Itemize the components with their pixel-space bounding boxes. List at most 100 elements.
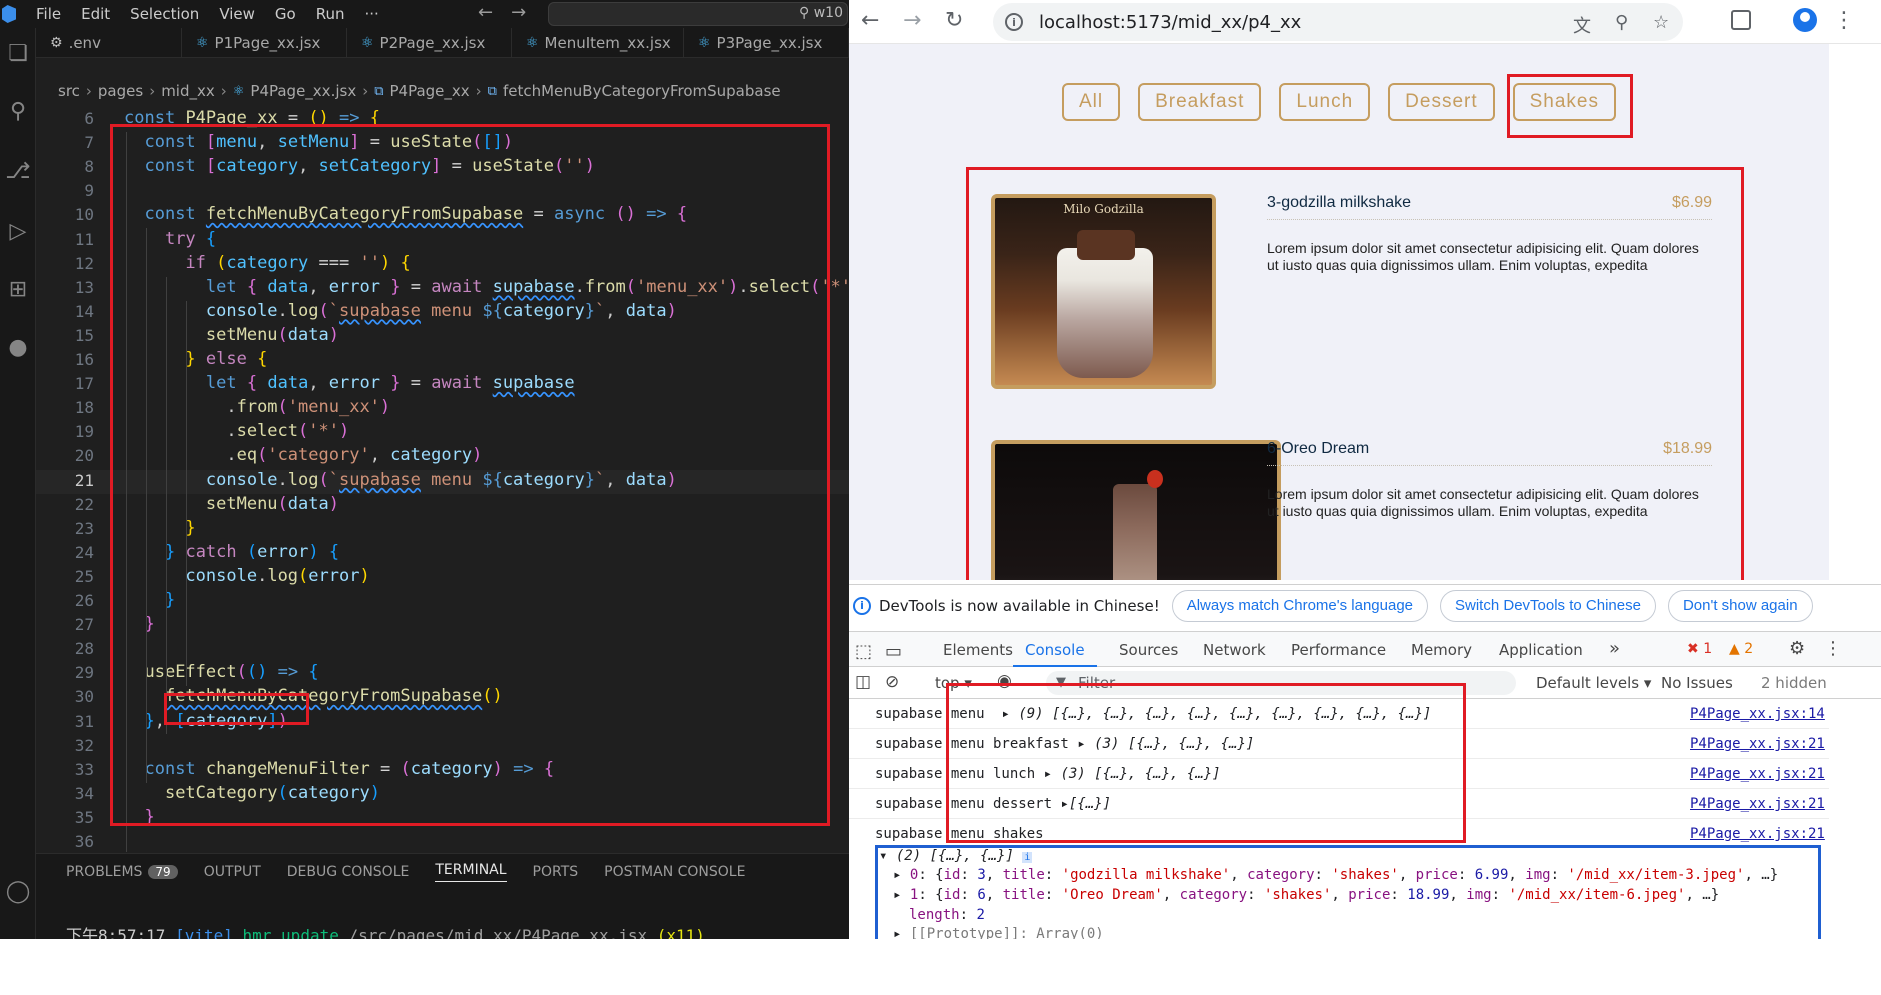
tab-env[interactable]: ⚙ .env — [36, 28, 182, 58]
explorer-icon[interactable]: ❏ — [3, 38, 33, 68]
menu-edit[interactable]: Edit — [81, 5, 110, 23]
code-line[interactable]: 11 try { — [36, 229, 849, 253]
chrome-menu-icon[interactable]: ⋮ — [1833, 8, 1855, 33]
code-line[interactable]: 16 } else { — [36, 349, 849, 373]
log-source-link[interactable]: P4Page_xx.jsx:21 — [1690, 796, 1825, 812]
settings-gear-icon[interactable]: ⚙ — [1789, 638, 1805, 659]
log-source-link[interactable]: P4Page_xx.jsx:21 — [1690, 736, 1825, 752]
filter-dessert-button[interactable]: Dessert — [1388, 83, 1495, 121]
code-line[interactable]: 34 setCategory(category) — [36, 783, 849, 807]
profile-avatar-icon[interactable] — [1793, 8, 1817, 32]
filter-breakfast-button[interactable]: Breakfast — [1138, 83, 1262, 121]
tab-ports[interactable]: PORTS — [533, 864, 579, 880]
code-line[interactable]: 25 console.log(error) — [36, 566, 849, 590]
issues-button[interactable]: No Issues — [1661, 674, 1733, 692]
code-line[interactable]: 32 — [36, 735, 849, 759]
code-line[interactable]: 23 } — [36, 518, 849, 542]
switch-chinese-button[interactable]: Switch DevTools to Chinese — [1440, 589, 1656, 622]
error-count[interactable]: ✖ 1 — [1687, 641, 1712, 657]
expanded-array-header[interactable]: ▾ (2) [{…}, {…}] i — [879, 848, 1033, 864]
code-editor[interactable]: 6 const P4Page_xx = () => {7 const [menu,… — [36, 108, 849, 852]
collapse-triangle-icon[interactable]: ▾ — [879, 848, 887, 864]
code-line[interactable]: 21 console.log(`supabase menu ${category… — [36, 469, 849, 494]
info-badge-icon[interactable]: i — [1022, 852, 1033, 863]
context-select[interactable]: top ▾ — [935, 674, 972, 692]
tab-performance[interactable]: Performance — [1291, 641, 1386, 659]
code-line[interactable]: 6 const P4Page_xx = () => { — [36, 108, 849, 132]
devtools-menu-icon[interactable]: ⋮ — [1824, 638, 1842, 659]
code-line[interactable]: 8 const [category, setCategory] = useSta… — [36, 156, 849, 180]
menu-view[interactable]: View — [219, 5, 255, 23]
tab-p1page[interactable]: ⚛ P1Page_xx.jsx — [182, 28, 347, 58]
tab-output[interactable]: OUTPUT — [204, 864, 261, 880]
code-line[interactable]: 20 .eq('category', category) — [36, 445, 849, 469]
extensions-icon[interactable]: ⊞ — [3, 274, 33, 304]
code-line[interactable]: 27 } — [36, 614, 849, 638]
back-arrow-icon[interactable]: ← — [861, 8, 879, 33]
translate-icon[interactable]: 文 — [1573, 12, 1591, 38]
breadcrumb-component[interactable]: P4Page_xx — [390, 82, 470, 100]
code-line[interactable]: 19 .select('*') — [36, 421, 849, 445]
code-line[interactable]: 30 fetchMenuByCategoryFromSupabase() — [36, 686, 849, 710]
more-tabs-icon[interactable]: » — [1609, 638, 1620, 659]
filter-lunch-button[interactable]: Lunch — [1279, 83, 1371, 121]
device-toolbar-icon[interactable]: ▭ — [885, 641, 902, 662]
code-line[interactable]: 22 setMenu(data) — [36, 494, 849, 518]
expand-triangle-icon[interactable]: ▸ — [1077, 736, 1085, 752]
menu-run[interactable]: Run — [316, 5, 345, 23]
code-line[interactable]: 7 const [menu, setMenu] = useState([]) — [36, 132, 849, 156]
back-arrow-icon[interactable]: ← — [478, 2, 493, 23]
log-source-link[interactable]: P4Page_xx.jsx:14 — [1690, 706, 1825, 722]
postman-icon[interactable]: ● — [3, 332, 33, 362]
tab-memory[interactable]: Memory — [1411, 641, 1472, 659]
code-line[interactable]: 35 } — [36, 807, 849, 831]
code-line[interactable]: 33 const changeMenuFilter = (category) =… — [36, 759, 849, 783]
tab-elements[interactable]: Elements — [943, 641, 1013, 659]
code-line[interactable]: 36 — [36, 831, 849, 852]
code-line[interactable]: 31 }, [category]) — [36, 711, 849, 735]
console-log-row[interactable]: supabase menu lunch ▸ (3) [{…}, {…}, {…}… — [849, 759, 1829, 789]
tab-terminal[interactable]: TERMINAL — [435, 862, 507, 882]
expand-triangle-icon[interactable]: ▸ — [893, 887, 901, 903]
code-line[interactable]: 29 useEffect(() => { — [36, 662, 849, 686]
tab-problems[interactable]: PROBLEMS 79 — [66, 864, 178, 880]
console-log-row[interactable]: supabase menu dessert ▸[{…}] P4Page_xx.j… — [849, 789, 1829, 819]
forward-arrow-icon[interactable]: → — [903, 8, 921, 33]
match-language-button[interactable]: Always match Chrome's language — [1171, 589, 1429, 622]
log-source-link[interactable]: P4Page_xx.jsx:21 — [1690, 826, 1825, 842]
menu-go[interactable]: Go — [275, 5, 296, 23]
zoom-icon[interactable]: ⚲ — [1615, 12, 1628, 33]
sidebar-toggle-icon[interactable]: ◫ — [855, 672, 871, 692]
code-line[interactable]: 18 .from('menu_xx') — [36, 397, 849, 421]
code-line[interactable]: 15 setMenu(data) — [36, 325, 849, 349]
live-expression-eye-icon[interactable]: ◉ — [997, 671, 1012, 691]
source-control-icon[interactable]: ⎇ — [3, 156, 33, 186]
array-entry-0[interactable]: ▸ 0: {id: 3, title: 'godzilla milkshake'… — [893, 867, 1778, 883]
reload-icon[interactable]: ↻ — [945, 8, 963, 33]
dont-show-again-button[interactable]: Don't show again — [1667, 589, 1813, 622]
menu-selection[interactable]: Selection — [130, 5, 199, 23]
tab-p2page[interactable]: ⚛ P2Page_xx.jsx — [347, 28, 512, 58]
tab-application[interactable]: Application — [1499, 641, 1583, 659]
tab-menuitem[interactable]: ⚛ MenuItem_xx.jsx — [512, 28, 684, 58]
code-line[interactable]: 28 — [36, 638, 849, 662]
tab-p3page[interactable]: ⚛ P3Page_xx.jsx — [684, 28, 849, 58]
log-levels-select[interactable]: Default levels ▾ — [1536, 674, 1651, 692]
site-info-icon[interactable]: i — [1005, 13, 1023, 31]
menu-more[interactable]: ··· — [365, 5, 379, 23]
clear-console-icon[interactable]: ⊘ — [885, 672, 899, 692]
expand-triangle-icon[interactable]: ▸ — [1044, 766, 1052, 782]
code-line[interactable]: 14 console.log(`supabase menu ${category… — [36, 301, 849, 325]
tab-debug-console[interactable]: DEBUG CONSOLE — [287, 864, 410, 880]
inspect-element-icon[interactable]: ⬚ — [855, 641, 872, 662]
tab-network[interactable]: Network — [1203, 641, 1266, 659]
code-line[interactable]: 10 const fetchMenuByCategoryFromSupabase… — [36, 204, 849, 228]
filter-all-button[interactable]: All — [1061, 83, 1121, 121]
console-filter-input[interactable]: ▼ Filter — [1046, 671, 1516, 695]
code-line[interactable]: 24 } catch (error) { — [36, 542, 849, 566]
array-prototype[interactable]: ▸ [[Prototype]]: Array(0) — [893, 926, 1104, 939]
address-bar[interactable]: i localhost:5173/mid_xx/p4_xx 文 ⚲ ☆ — [993, 3, 1683, 41]
forward-arrow-icon[interactable]: → — [511, 2, 526, 23]
breadcrumb-src[interactable]: src — [58, 82, 80, 100]
expand-triangle-icon[interactable]: ▸ — [893, 926, 901, 939]
